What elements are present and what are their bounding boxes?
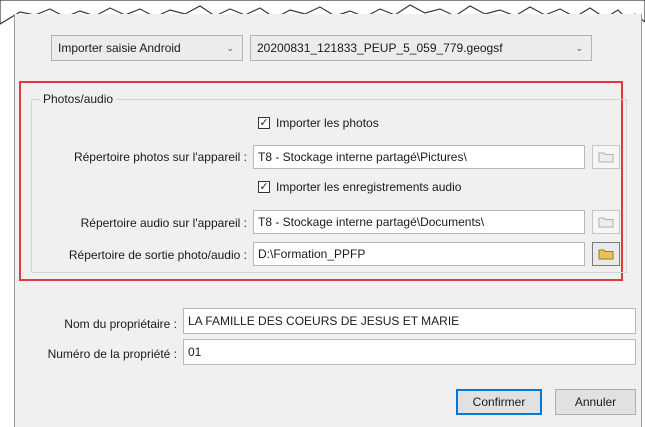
photos-dir-field[interactable]: T8 - Stockage interne partagé\Pictures\	[253, 145, 585, 169]
import-source-value: Importer saisie Android	[58, 41, 181, 55]
chevron-down-icon: ⌄	[575, 43, 583, 53]
folder-icon	[598, 152, 614, 163]
property-value: 01	[188, 345, 202, 359]
browse-output-button[interactable]	[592, 242, 620, 266]
group-title: Photos/audio	[40, 91, 117, 107]
file-value: 20200831_121833_PEUP_5_059_779.geogsf	[257, 41, 503, 55]
checkmark-icon: ✓	[258, 181, 270, 193]
property-field[interactable]: 01	[183, 339, 636, 365]
checkmark-icon: ✓	[258, 117, 270, 129]
confirm-button[interactable]: Confirmer	[456, 389, 542, 415]
browse-photos-button[interactable]	[592, 145, 620, 169]
import-audio-label: Importer les enregistrements audio	[276, 180, 462, 194]
folder-icon	[598, 249, 614, 260]
audio-dir-value: T8 - Stockage interne partagé\Documents\	[258, 215, 485, 229]
photos-dir-value: T8 - Stockage interne partagé\Pictures\	[258, 150, 467, 164]
output-dir-label: Répertoire de sortie photo/audio :	[68, 248, 247, 262]
import-source-dropdown[interactable]: Importer saisie Android ⌄	[51, 35, 243, 61]
chevron-down-icon: ⌄	[226, 43, 234, 53]
import-photos-label: Importer les photos	[276, 116, 379, 130]
owner-value: LA FAMILLE DES COEURS DE JESUS ET MARIE	[188, 314, 460, 328]
import-audio-checkbox[interactable]: ✓ Importer les enregistrements audio	[258, 180, 461, 194]
property-label: Numéro de la propriété :	[47, 347, 177, 361]
file-dropdown[interactable]: 20200831_121833_PEUP_5_059_779.geogsf ⌄	[250, 35, 592, 61]
import-photos-checkbox[interactable]: ✓ Importer les photos	[258, 116, 379, 130]
photos-dir-label: Répertoire photos sur l'appareil :	[73, 150, 247, 164]
cancel-button[interactable]: Annuler	[555, 389, 636, 415]
browse-audio-button[interactable]	[592, 210, 620, 234]
owner-label: Nom du propriétaire :	[64, 317, 177, 331]
audio-dir-field[interactable]: T8 - Stockage interne partagé\Documents\	[253, 210, 585, 234]
output-dir-value: D:\Formation_PPFP	[258, 247, 366, 261]
output-dir-field[interactable]: D:\Formation_PPFP	[253, 242, 585, 266]
folder-icon	[598, 217, 614, 228]
owner-field[interactable]: LA FAMILLE DES COEURS DE JESUS ET MARIE	[183, 308, 636, 334]
audio-dir-label: Répertoire audio sur l'appareil :	[80, 216, 247, 230]
